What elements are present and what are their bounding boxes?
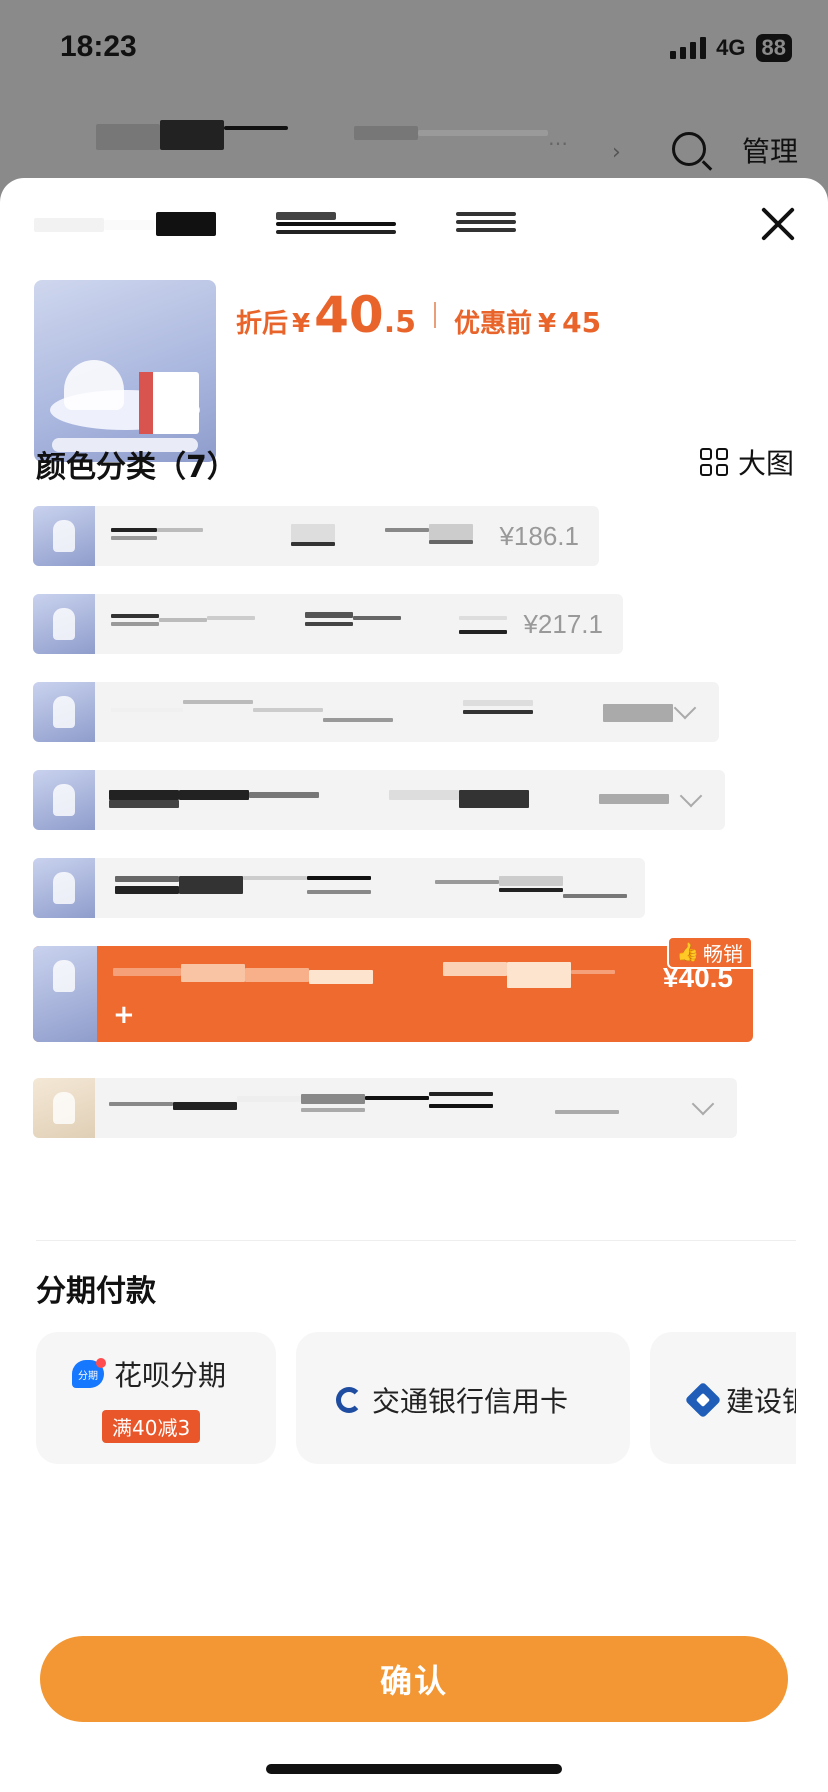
price-row: 折后 ¥ 40 .5 优惠前 ¥ 45 bbox=[236, 286, 601, 344]
variant-thumbnail bbox=[33, 858, 95, 918]
currency-symbol: ¥ bbox=[538, 309, 557, 339]
home-indicator bbox=[266, 1764, 562, 1774]
section-divider bbox=[36, 1240, 796, 1241]
variant-option-5[interactable] bbox=[33, 858, 645, 918]
price-decimal: .5 bbox=[383, 305, 416, 340]
variant-label-redacted bbox=[97, 946, 663, 1042]
redacted-tabs bbox=[34, 208, 634, 240]
status-time: 18:23 bbox=[60, 30, 137, 63]
installment-section-title: 分期付款 bbox=[36, 1274, 156, 1309]
grid-icon bbox=[699, 448, 728, 476]
bg-chevron-icon: › bbox=[612, 140, 621, 165]
chevron-down-icon[interactable] bbox=[673, 696, 697, 720]
manage-button[interactable]: 管理 bbox=[742, 130, 798, 170]
installment-label: 交通银行信用卡 bbox=[372, 1385, 569, 1418]
variant-thumbnail bbox=[33, 946, 97, 1042]
variant-thumbnail bbox=[33, 770, 95, 830]
variant-option-2[interactable]: ¥217.1 bbox=[33, 594, 623, 654]
variant-label-redacted bbox=[95, 594, 523, 654]
variant-option-6-selected[interactable]: ¥40.5 + 👍 畅销 bbox=[33, 936, 753, 1042]
best-seller-badge: 👍 畅销 bbox=[666, 936, 753, 969]
ccb-icon bbox=[684, 1381, 722, 1419]
bg-ellipsis: … bbox=[548, 126, 568, 150]
price-separator bbox=[433, 302, 436, 328]
status-bar: 18:23 4G 88 bbox=[0, 0, 828, 100]
search-icon[interactable] bbox=[672, 132, 706, 166]
alipay-huabei-icon: 分期 bbox=[72, 1358, 106, 1388]
variant-label-redacted bbox=[95, 770, 683, 830]
discount-price-label: 折后 bbox=[236, 309, 289, 339]
battery-icon: 88 bbox=[755, 34, 792, 62]
currency-symbol: ¥ bbox=[292, 309, 311, 339]
variant-label-redacted bbox=[95, 682, 677, 742]
network-type: 4G bbox=[716, 35, 746, 60]
variant-option-7[interactable] bbox=[33, 1078, 737, 1138]
variant-option-3[interactable] bbox=[33, 682, 719, 742]
variant-price: ¥217.1 bbox=[523, 608, 603, 639]
variant-option-4[interactable] bbox=[33, 770, 725, 830]
chevron-down-icon[interactable] bbox=[691, 1092, 715, 1116]
installment-option-bocom[interactable]: 交通银行信用卡 bbox=[296, 1332, 630, 1464]
installment-label: 建设银行 bbox=[726, 1385, 796, 1418]
add-quantity-icon[interactable]: + bbox=[113, 1000, 135, 1030]
variant-price: ¥186.1 bbox=[499, 520, 579, 551]
promo-tag: 满40减3 bbox=[102, 1410, 201, 1443]
thumbs-up-icon: 👍 bbox=[676, 942, 699, 963]
variant-thumbnail bbox=[33, 682, 95, 742]
price-integer: 40 bbox=[314, 286, 384, 344]
big-view-toggle[interactable]: 大图 bbox=[699, 442, 794, 482]
variant-thumbnail bbox=[33, 506, 95, 566]
original-price-label: 优惠前 bbox=[453, 309, 532, 339]
installment-option-ccb[interactable]: 建设银行 bbox=[650, 1332, 796, 1464]
variant-option-1[interactable]: ¥186.1 bbox=[33, 506, 599, 566]
close-icon[interactable] bbox=[758, 204, 798, 244]
variant-thumbnail bbox=[33, 594, 95, 654]
variant-thumbnail bbox=[33, 1078, 95, 1138]
confirm-button[interactable]: 确认 bbox=[40, 1636, 788, 1722]
variant-label-redacted bbox=[95, 1078, 695, 1138]
sku-sheet: 折后 ¥ 40 .5 优惠前 ¥ 45 颜色分类（7） 大图 ¥186.1 ¥2… bbox=[0, 178, 828, 1792]
product-image[interactable] bbox=[34, 280, 216, 462]
big-view-label: 大图 bbox=[737, 447, 794, 480]
signal-icon bbox=[670, 37, 707, 59]
variant-label-redacted bbox=[95, 506, 499, 566]
installment-label: 花呗分期 bbox=[114, 1359, 227, 1392]
bocom-icon bbox=[336, 1387, 362, 1413]
status-indicators: 4G 88 bbox=[670, 34, 792, 62]
installment-option-huabei[interactable]: 分期 花呗分期 满40减3 bbox=[36, 1332, 276, 1464]
variant-label-redacted bbox=[95, 858, 645, 918]
original-price: 45 bbox=[562, 306, 602, 339]
badge-label: 畅销 bbox=[703, 942, 743, 966]
variant-section-title: 颜色分类（7） bbox=[36, 450, 237, 485]
chevron-down-icon[interactable] bbox=[679, 784, 703, 808]
